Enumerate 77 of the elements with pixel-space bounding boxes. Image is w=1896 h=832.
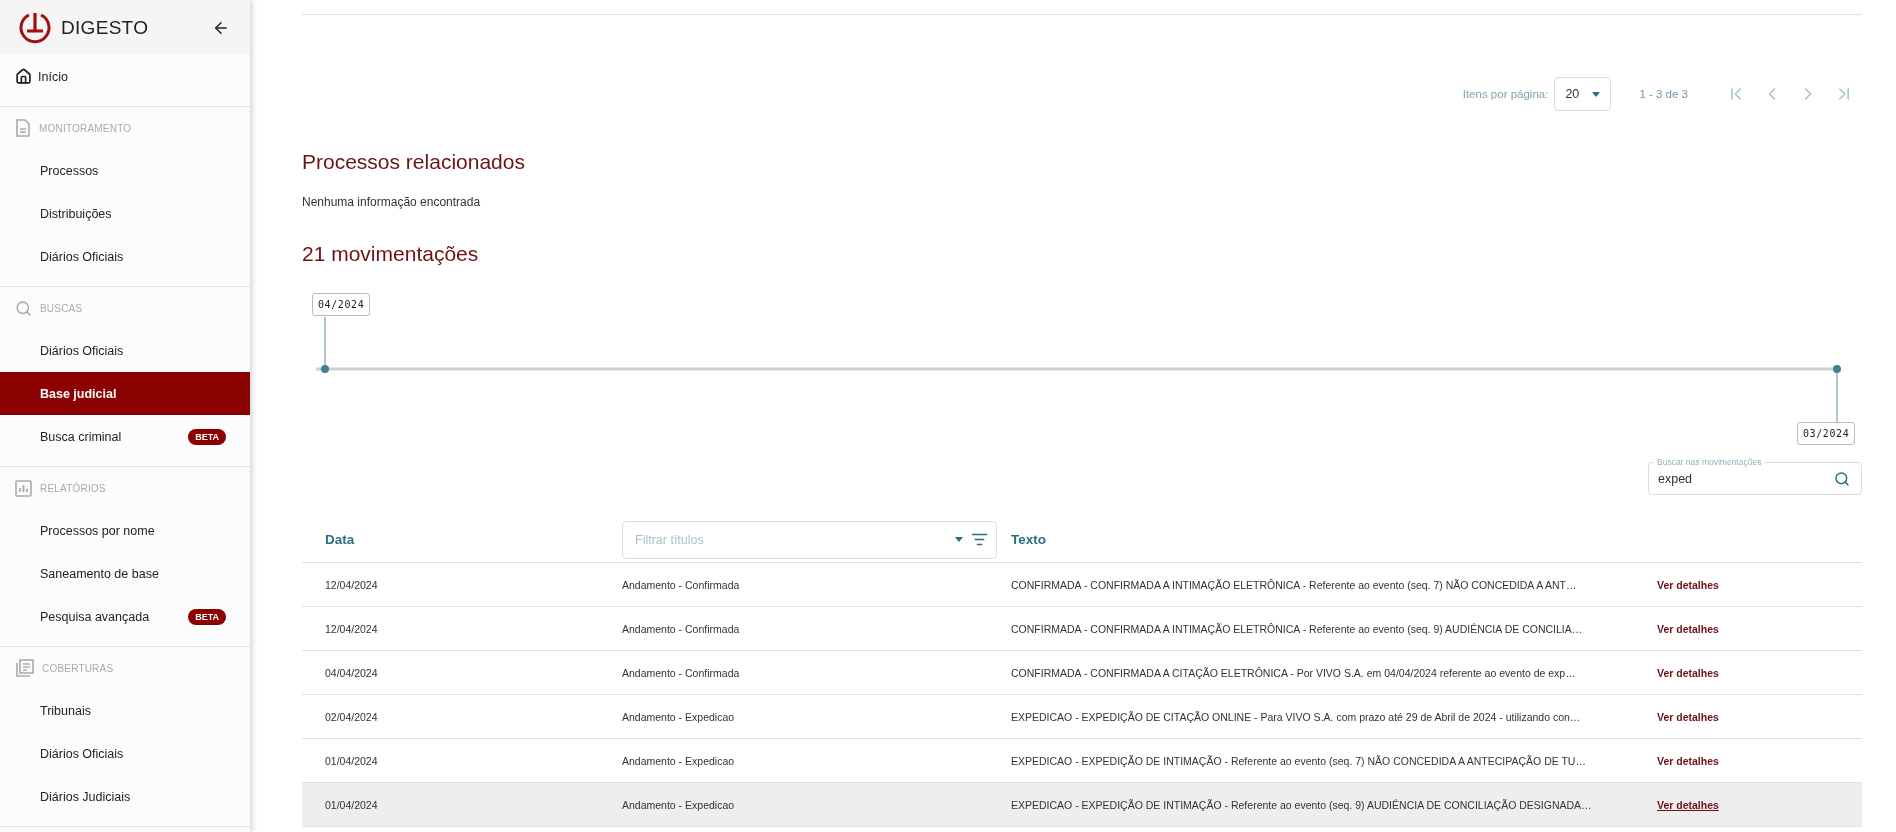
details-link[interactable]: Ver detalhes [1657, 754, 1719, 767]
table-cell-text: EXPEDICAO - EXPEDIÇÃO DE CITAÇÃO ONLINE - Para VIVO S.A. com prazo até 29 de Abril de 2024 - utilizando con… [1011, 710, 1582, 723]
nav-item[interactable]: Tribunais [0, 689, 250, 732]
section-title: RELATÓRIOS [40, 482, 106, 494]
search-icon [15, 299, 32, 317]
table-cell-text: Andamento - Expedicao [622, 798, 736, 811]
nav-item[interactable]: Saneamento de base [0, 552, 250, 595]
date-label: 04/2024 [312, 293, 371, 316]
nav-item[interactable]: Base judicial [0, 372, 250, 415]
document-icon [15, 119, 31, 137]
nav-item[interactable]: Processos por nome [0, 509, 250, 552]
table-row[interactable]: 04/04/2024 Andamento - Confirmada CONFIRMADA - CONFIRMADA A CITAÇÃO ELETRÔNICA - Por VIVO S.A. em 04/04/2024 referente ao evento de exp… Ver detalhes [302, 651, 1862, 695]
page-size-select[interactable]: 20 [1554, 77, 1612, 111]
table-cell-text: 02/04/2024 [324, 710, 379, 723]
section-heading: 21 movimentações [302, 241, 480, 267]
table-cell-text: CONFIRMADA - CONFIRMADA A INTIMAÇÃO ELETRÔNICA - Referente ao evento (seq. 9) AUDIÊNCIA DE CONCILIA… [1011, 622, 1584, 635]
details-link[interactable]: Ver detalhes [1657, 622, 1719, 635]
stacked-pages-icon [15, 659, 34, 677]
nav-item[interactable]: Diários Oficiais [0, 235, 250, 278]
search-input[interactable]: exped [1656, 470, 1834, 487]
timeline-dot[interactable] [1833, 365, 1841, 373]
section-title: COBERTURAS [42, 662, 114, 674]
details-link[interactable]: Ver detalhes [1657, 710, 1719, 723]
page-range: 1 - 3 de 3 [1639, 88, 1688, 100]
table-row[interactable]: 02/04/2024 Andamento - Expedicao EXPEDICAO - EXPEDIÇÃO DE CITAÇÃO ONLINE - Para VIVO S.A. com prazo até 29 de Abril de 2024 - utilizando con… Ver detalhes [302, 695, 1862, 739]
table-cell-text: Andamento - Confirmada [622, 622, 741, 635]
table-cell-text: Andamento - Expedicao [622, 710, 736, 723]
table-row[interactable]: 01/04/2024 Andamento - Expedicao EXPEDICAO - EXPEDIÇÃO DE INTIMAÇÃO - Referente ao evento (seq. 9) AUDIÊNCIA DE CONCILIAÇÃO DESIGNADA… Ver detalhes [302, 783, 1862, 827]
beta-badge: BETA [188, 608, 226, 625]
table-cell-text: Andamento - Confirmada [622, 578, 741, 591]
nav-item[interactable]: Diários Judiciais [0, 775, 250, 818]
search-field[interactable]: Buscar nas movimentações exped [1648, 454, 1862, 495]
leader-line [1836, 372, 1838, 423]
section-heading: Processos relacionados [302, 149, 526, 175]
field-label: Buscar nas movimentações [1654, 456, 1765, 468]
date-label: 03/2024 [1797, 422, 1856, 445]
table-cell-text: Andamento - Expedicao [622, 754, 736, 767]
nav-item[interactable]: Início [0, 55, 250, 98]
table-cell-text: 12/04/2024 [324, 622, 379, 635]
table-cell-text: 01/04/2024 [324, 798, 379, 811]
table-cell-text: 01/04/2024 [324, 754, 379, 767]
nav-item[interactable]: Diários Oficiais [0, 732, 250, 775]
details-link[interactable]: Ver detalhes [1657, 798, 1719, 811]
section-title: BUSCAS [40, 302, 83, 314]
table-cell-text: CONFIRMADA - CONFIRMADA A CITAÇÃO ELETRÔNICA - Por VIVO S.A. em 04/04/2024 referente ao evento de exp… [1011, 666, 1577, 679]
items-per-page-label: Itens por página: [1462, 88, 1549, 100]
leader-line [324, 316, 326, 366]
nav-item[interactable]: Processos [0, 149, 250, 192]
column-header[interactable]: Texto [1011, 532, 1657, 547]
table-cell-text: EXPEDICAO - EXPEDIÇÃO DE INTIMAÇÃO - Referente ao evento (seq. 9) AUDIÊNCIA DE CONCILIAÇÃO DESIGNADA… [1011, 798, 1593, 811]
table-cell-text: EXPEDICAO - EXPEDIÇÃO DE INTIMAÇÃO - Referente ao evento (seq. 7) NÃO CONCEDIDA A ANTECIPAÇÃO DE TU… [1011, 754, 1587, 767]
table-cell-text: 04/04/2024 [324, 666, 379, 679]
nav-item[interactable]: Diários Oficiais [0, 329, 250, 372]
nav-item[interactable]: Busca criminal BETA [0, 415, 250, 458]
table-cell-text: Andamento - Confirmada [622, 666, 741, 679]
search-icon [1834, 470, 1850, 487]
table-row[interactable]: 12/04/2024 Andamento - Confirmada CONFIRMADA - CONFIRMADA A INTIMAÇÃO ELETRÔNICA - Referente ao evento (seq. 9) AUDIÊNCIA DE CONCILIA… Ver detalhes [302, 607, 1862, 651]
table-row[interactable]: 12/04/2024 Andamento - Confirmada CONFIRMADA - CONFIRMADA A INTIMAÇÃO ELETRÔNICA - Referente ao evento (seq. 7) NÃO CONCEDIDA A ANT… Ver detalhes [302, 563, 1862, 607]
table-cell-text: CONFIRMADA - CONFIRMADA A INTIMAÇÃO ELETRÔNICA - Referente ao evento (seq. 7) NÃO CONCEDIDA A ANT… [1011, 578, 1578, 591]
filter-field[interactable]: Filtrar títulos [622, 520, 997, 559]
details-link[interactable]: Ver detalhes [1657, 578, 1719, 591]
dropdown-caret-icon [1592, 91, 1601, 97]
home-icon [15, 68, 32, 85]
brand-name: DIGESTO [61, 16, 150, 39]
filter-icon [971, 531, 988, 548]
section-title: MONITORAMENTO [39, 122, 132, 134]
filter-input[interactable]: Filtrar títulos [633, 531, 947, 548]
beta-badge: BETA [188, 428, 226, 445]
column-header[interactable]: Data [302, 532, 622, 547]
table-cell-text: 12/04/2024 [324, 578, 379, 591]
nav-item[interactable]: Distribuições [0, 192, 250, 235]
empty-message: Nenhuma informação encontrada [302, 194, 482, 210]
nav-item[interactable]: Pesquisa avançada BETA [0, 595, 250, 638]
bar-chart-icon [15, 479, 32, 497]
dropdown-caret-icon [955, 537, 963, 542]
details-link[interactable]: Ver detalhes [1657, 666, 1719, 679]
timeline-dot[interactable] [321, 365, 329, 373]
